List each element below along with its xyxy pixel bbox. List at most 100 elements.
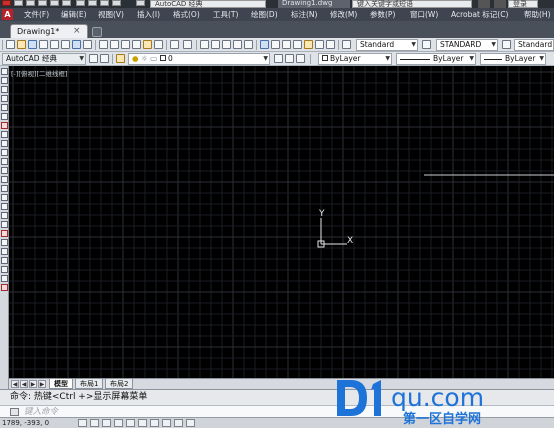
layer-state-icon[interactable]: [296, 54, 305, 63]
modify-icon[interactable]: [1, 248, 8, 255]
plot-printer-icon[interactable]: [39, 40, 48, 49]
insert-block-icon[interactable]: [1, 167, 8, 174]
make-block-icon[interactable]: [1, 176, 8, 183]
revcloud-icon[interactable]: [1, 131, 8, 138]
publish-icon[interactable]: [61, 40, 70, 49]
snap-icon[interactable]: [78, 419, 87, 427]
new-icon[interactable]: [14, 0, 23, 6]
region-icon[interactable]: [1, 212, 8, 219]
menu-draw[interactable]: 绘图(D): [251, 8, 278, 21]
block-editor-icon[interactable]: [154, 40, 163, 49]
menu-help[interactable]: 帮助(H): [524, 8, 551, 21]
workspace-select[interactable]: AutoCAD 经典 ▼: [2, 53, 86, 65]
construction-line-icon[interactable]: [1, 77, 8, 84]
menu-modify[interactable]: 修改(M): [330, 8, 357, 21]
menu-file[interactable]: 文件(F): [24, 8, 49, 21]
menu-view[interactable]: 视图(V): [98, 8, 124, 21]
ellipse-icon[interactable]: [1, 149, 8, 156]
spline-icon[interactable]: [1, 140, 8, 147]
undo-arrow-icon[interactable]: [170, 40, 179, 49]
new-tab-button[interactable]: [92, 27, 102, 37]
polar-icon[interactable]: [114, 419, 123, 427]
mirror-icon[interactable]: [1, 275, 8, 282]
linetype-select[interactable]: ByLayer ▼: [396, 53, 476, 65]
transparency-icon[interactable]: [186, 419, 195, 427]
dyn-icon[interactable]: [162, 419, 171, 427]
share-icon[interactable]: [112, 0, 121, 6]
copy-object-icon[interactable]: [1, 266, 8, 273]
first-layout-icon[interactable]: ◀: [11, 380, 19, 388]
erase-icon[interactable]: [1, 257, 8, 264]
dim-style-icon[interactable]: [422, 40, 431, 49]
markup-icon[interactable]: [304, 40, 313, 49]
workspace-settings-icon[interactable]: [89, 54, 98, 63]
redo-icon[interactable]: [88, 0, 97, 6]
paste-icon[interactable]: [121, 40, 130, 49]
last-layout-icon[interactable]: ▶: [38, 380, 46, 388]
settings-icon[interactable]: [136, 0, 145, 6]
workspace-save-icon[interactable]: [100, 54, 109, 63]
coordinate-readout[interactable]: 1789, -393, 0: [2, 418, 49, 428]
circle-icon[interactable]: [1, 122, 8, 129]
misc-icon[interactable]: [100, 0, 109, 6]
open-folder-icon[interactable]: [17, 40, 26, 49]
zoom-realtime-icon[interactable]: [211, 40, 220, 49]
3d-print-icon[interactable]: [72, 40, 81, 49]
copy-icon[interactable]: [110, 40, 119, 49]
undo-icon[interactable]: [76, 0, 85, 6]
zoom-extents-icon[interactable]: [244, 40, 253, 49]
gradient-icon[interactable]: [1, 203, 8, 210]
menu-insert[interactable]: 插入(I): [137, 8, 160, 21]
open-icon[interactable]: [26, 0, 35, 6]
match-properties-icon[interactable]: [143, 40, 152, 49]
layer-previous-icon[interactable]: [285, 54, 294, 63]
table-icon[interactable]: [1, 221, 8, 228]
design-center-icon[interactable]: [271, 40, 280, 49]
ellipse-arc-icon[interactable]: [1, 158, 8, 165]
menu-window[interactable]: 窗口(W): [410, 8, 438, 21]
menu-acrobat[interactable]: Acrobat 标记(C): [451, 8, 508, 21]
dwf-icon[interactable]: [83, 40, 92, 49]
next-layout-icon[interactable]: ▶: [29, 380, 37, 388]
command-customize-icon[interactable]: [10, 408, 19, 416]
add-selected-icon[interactable]: [1, 239, 8, 246]
prev-layout-icon[interactable]: ◀: [20, 380, 28, 388]
pan-hand-icon[interactable]: [200, 40, 209, 49]
otrack-icon[interactable]: [138, 419, 147, 427]
close-icon[interactable]: ×: [73, 26, 81, 37]
properties-icon[interactable]: [260, 40, 269, 49]
menu-dimension[interactable]: 标注(N): [291, 8, 317, 21]
polyline-icon[interactable]: [1, 86, 8, 93]
quickcalc-icon[interactable]: [315, 40, 324, 49]
multiline-text-icon[interactable]: [1, 230, 8, 237]
table-style-select[interactable]: Standard: [514, 39, 554, 51]
arc-icon[interactable]: [1, 113, 8, 120]
tab-model[interactable]: 模型: [49, 379, 73, 389]
line-icon[interactable]: [1, 68, 8, 75]
search-icon[interactable]: [478, 0, 490, 8]
hatch-icon[interactable]: [1, 194, 8, 201]
zoom-previous-icon[interactable]: [233, 40, 242, 49]
workspace-switcher[interactable]: AutoCAD 经典: [150, 0, 266, 8]
tab-layout1[interactable]: 布局1: [75, 379, 104, 389]
lweight-icon[interactable]: [174, 419, 183, 427]
layer-properties-icon[interactable]: [116, 54, 125, 63]
help-icon[interactable]: [326, 40, 335, 49]
rectangle-icon[interactable]: [1, 104, 8, 111]
paste-special-icon[interactable]: [132, 40, 141, 49]
model-space-canvas[interactable]: [-][俯视][二维线框] Y X: [9, 66, 554, 378]
save-icon[interactable]: [38, 0, 47, 6]
grid-icon[interactable]: [90, 419, 99, 427]
tool-palettes-icon[interactable]: [282, 40, 291, 49]
polygon-icon[interactable]: [1, 95, 8, 102]
login-button[interactable]: 登录: [508, 0, 538, 8]
search-input[interactable]: 键入关键字或短语: [352, 0, 472, 8]
preview-icon[interactable]: [50, 40, 59, 49]
tab-layout2[interactable]: 布局2: [105, 379, 134, 389]
text-style-icon[interactable]: [342, 40, 351, 49]
drawn-line[interactable]: [9, 66, 554, 378]
dim-style-select[interactable]: STANDARD ▼: [436, 39, 498, 51]
layer-select[interactable]: ● ☼ ▭ 0 ▼: [128, 53, 270, 65]
plot-icon[interactable]: [62, 0, 71, 6]
app-menu-icon[interactable]: [2, 0, 11, 6]
